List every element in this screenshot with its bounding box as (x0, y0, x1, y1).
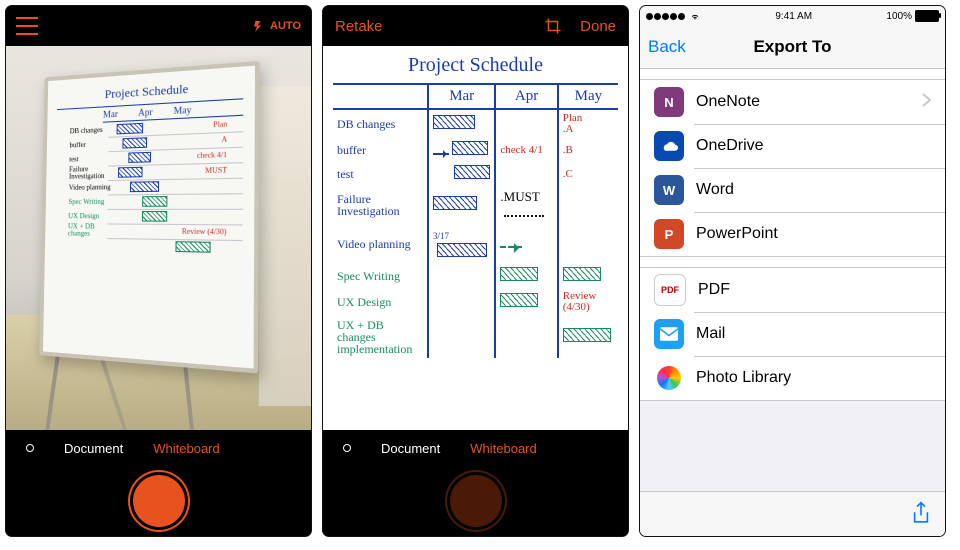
status-battery-pct: 100% (886, 11, 912, 22)
row-buffer: buffer (333, 138, 428, 162)
check-annot: check 4/1 (495, 138, 557, 162)
row-photos[interactable]: Photo Library (640, 356, 945, 400)
row-label: UX Design (68, 213, 111, 220)
chevron-right-icon (922, 93, 931, 112)
row-label: OneDrive (696, 137, 764, 155)
row-video: Video planning (333, 224, 428, 264)
nav-title: Export To (640, 37, 945, 57)
processed-whiteboard: Project Schedule Mar Apr May DB changes … (323, 46, 628, 430)
wifi-icon (689, 12, 701, 21)
flash-icon (252, 19, 264, 33)
review-annot: Review (4/30) (182, 228, 227, 236)
row-label: DB changes (70, 126, 113, 135)
row-pdf[interactable]: PDF PDF (640, 268, 945, 312)
check-annot: check 4/1 (197, 151, 227, 159)
row-spec: Spec Writing (333, 264, 428, 288)
row-mail[interactable]: Mail (640, 312, 945, 356)
export-screen: 9:41 AM 100% Back Export To N OneNote (640, 6, 945, 536)
plan-annot: Plan (213, 120, 227, 128)
row-label: OneNote (696, 93, 760, 111)
row-label: Word (696, 181, 734, 199)
onedrive-icon (654, 131, 684, 161)
row-label: Mail (696, 325, 725, 343)
export-list: N OneNote OneDrive W Word (640, 69, 945, 401)
review-annot: Review (4/30) (558, 288, 618, 316)
row-label: UX + DB changes (68, 223, 111, 238)
row-label: PowerPoint (696, 225, 778, 243)
pt: A (221, 136, 227, 144)
pt-c: .C (558, 162, 618, 186)
onenote-icon: N (654, 87, 684, 117)
done-button[interactable]: Done (580, 18, 616, 35)
row-test: test (333, 162, 428, 186)
row-onedrive[interactable]: OneDrive (640, 124, 945, 168)
powerpoint-icon: P (654, 219, 684, 249)
row-label: buffer (69, 140, 112, 149)
mode-whiteboard[interactable]: Whiteboard (153, 441, 219, 456)
must-annot: .MUST (495, 186, 557, 224)
row-word[interactable]: W Word (640, 168, 945, 212)
battery-icon (915, 10, 939, 22)
flash-toggle[interactable]: AUTO (252, 19, 301, 33)
mode-whiteboard[interactable]: Whiteboard (470, 441, 536, 456)
export-group-system: PDF PDF Mail Photo Library (640, 267, 945, 401)
row-uxdb: UX + DB changes implementation (333, 316, 428, 358)
shutter-button-disabled (450, 475, 502, 527)
whiteboard-title: Project Schedule (333, 54, 618, 85)
mode-selector: Document Whiteboard (6, 430, 311, 466)
month-mar: Mar (103, 109, 118, 120)
whiteboard-easel: Project Schedule Mar Apr May DB changesP… (39, 62, 250, 364)
col-apr: Apr (495, 85, 557, 109)
flash-mode-label: AUTO (270, 20, 301, 32)
status-bar: 9:41 AM 100% (640, 6, 945, 26)
row-failure: Failure Investigation (333, 186, 428, 224)
plan-annot: Plan.A (558, 109, 618, 138)
shutter-bar (6, 466, 311, 536)
signal-icon (646, 13, 685, 20)
pt-b: .B (558, 138, 618, 162)
row-label: PDF (698, 281, 730, 299)
mode-document[interactable]: Document (381, 441, 440, 456)
mode-dot (26, 444, 34, 452)
mail-icon (654, 319, 684, 349)
photos-icon (654, 363, 684, 393)
row-label: Photo Library (696, 369, 791, 387)
date-small: 3/17 (433, 231, 449, 241)
camera-viewport[interactable]: Project Schedule Mar Apr May DB changesP… (6, 46, 311, 430)
row-db-changes: DB changes (333, 109, 428, 138)
share-icon[interactable] (911, 501, 931, 528)
mode-selector: Document Whiteboard (323, 430, 628, 466)
shutter-button[interactable] (133, 475, 185, 527)
must-annot: MUST (205, 166, 227, 174)
col-may: May (558, 85, 618, 109)
camera-screen: AUTO Project Schedule Mar Apr May (6, 6, 311, 536)
review-topbar: Retake Done (323, 6, 628, 46)
month-apr: Apr (138, 107, 153, 118)
row-powerpoint[interactable]: P PowerPoint (640, 212, 945, 256)
pdf-icon: PDF (654, 274, 686, 306)
word-icon: W (654, 175, 684, 205)
row-ux: UX Design (333, 288, 428, 316)
hamburger-icon[interactable] (16, 17, 38, 35)
shutter-bar (323, 466, 628, 536)
status-time: 9:41 AM (775, 11, 812, 22)
retake-button[interactable]: Retake (335, 18, 383, 35)
nav-bar: Back Export To (640, 26, 945, 69)
mode-dot (343, 444, 351, 452)
row-label: Spec Writing (68, 198, 111, 205)
row-onenote[interactable]: N OneNote (640, 80, 945, 124)
col-mar: Mar (428, 85, 495, 109)
furniture (257, 86, 311, 406)
capture-review-screen: Retake Done Project Schedule Mar Apr May… (323, 6, 628, 536)
row-label: test (69, 155, 112, 163)
camera-topbar: AUTO (6, 6, 311, 46)
row-label: Video planning (69, 184, 112, 192)
mode-document[interactable]: Document (64, 441, 123, 456)
month-may: May (174, 104, 192, 116)
schedule-table: Mar Apr May DB changes Plan.A buffer che… (333, 85, 618, 358)
row-label: Failure Investigation (69, 165, 112, 180)
crop-icon[interactable] (544, 17, 562, 35)
bottom-toolbar (640, 491, 945, 536)
export-group-office: N OneNote OneDrive W Word (640, 79, 945, 257)
